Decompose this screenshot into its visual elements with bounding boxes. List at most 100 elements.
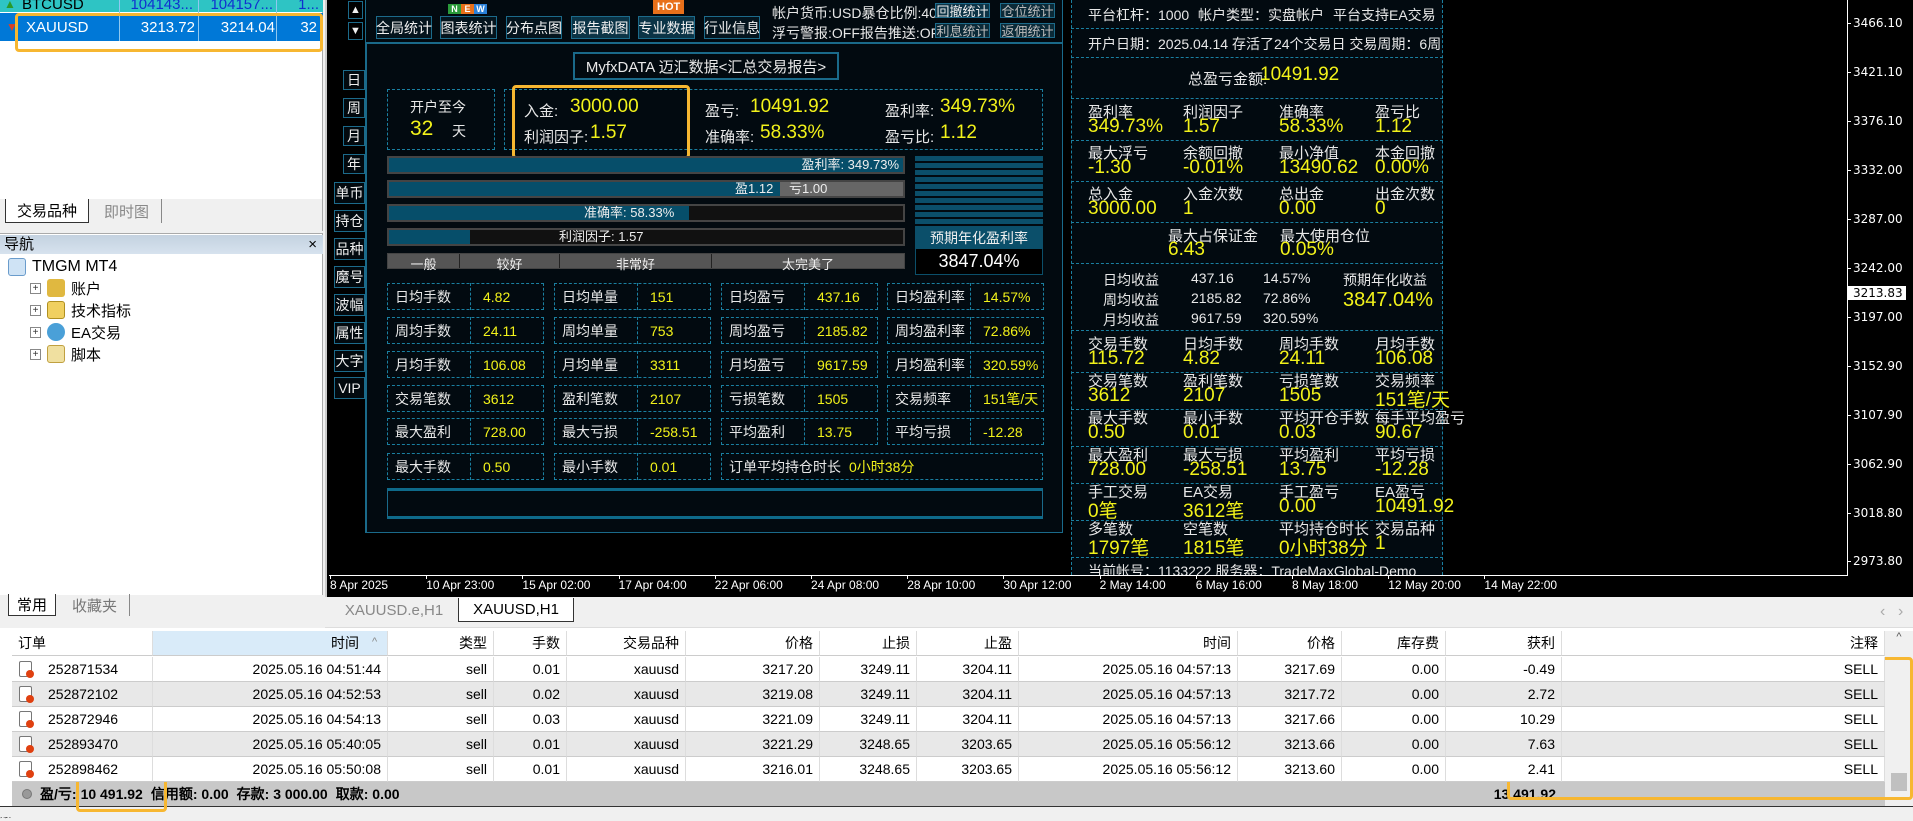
column-header[interactable]: 类型 [388, 631, 494, 656]
price-label: 3287.00 [1853, 212, 1903, 226]
bottom-strip [0, 806, 1913, 817]
toolbar-button[interactable]: 分布点图 [506, 16, 562, 39]
grid-label: 日均盈亏 [729, 288, 785, 305]
column-header[interactable]: 注释 [1562, 631, 1885, 656]
chart-tab-xauusd[interactable]: XAUUSD,H1 [458, 598, 574, 622]
column-header[interactable]: 获利 [1446, 631, 1562, 656]
tree-item-scripts[interactable]: + 脚本 [30, 344, 101, 364]
time-label: 24 Apr 08:00 [811, 578, 880, 592]
table-cell: 252872102 [12, 682, 153, 707]
stat-value: 0.01 [1183, 422, 1220, 443]
time-label: 30 Apr 12:00 [1003, 578, 1072, 592]
credit: 信用额: 0.00 [150, 786, 229, 802]
side-button[interactable]: 周 [343, 98, 365, 118]
side-button[interactable]: 魔号 [334, 266, 365, 288]
toolbar-button[interactable]: 专业数据 [638, 16, 695, 39]
scroll-up-button[interactable]: ▲ [348, 1, 363, 19]
rebate-stats-button[interactable]: 返佣统计 [1000, 23, 1055, 39]
toolbar-button[interactable]: 报告截图 [571, 16, 630, 39]
drawdown-stats-button[interactable]: 回撤统计 [935, 3, 990, 19]
separator [1071, 330, 1443, 331]
table-cell: 2025.05.16 04:54:13 [153, 707, 388, 732]
side-button[interactable]: VIP [334, 377, 365, 399]
column-header[interactable]: 时间 [1019, 631, 1238, 656]
time-tick [1195, 575, 1197, 579]
table-cell: 252872946 [12, 707, 153, 732]
sort-icon[interactable]: ^ [372, 636, 377, 648]
tab-common[interactable]: 常用 [8, 594, 56, 616]
column-header[interactable]: 止盈 [917, 631, 1019, 656]
stat-value: 106.08 [1375, 348, 1434, 369]
terminal-scrollbar[interactable]: ^ [1885, 631, 1913, 806]
tree-item-indicators[interactable]: + 技术指标 [30, 300, 131, 320]
expand-icon[interactable]: + [30, 304, 41, 316]
tab-scroll-right-icon[interactable]: › [1898, 603, 1903, 621]
column-header[interactable]: 交易品种 [567, 631, 686, 656]
tree-item-experts[interactable]: + EA交易 [30, 322, 121, 342]
tab-tick-chart[interactable]: 即时图 [92, 199, 162, 223]
side-button[interactable]: 单币 [334, 182, 365, 204]
scroll-up-icon[interactable]: ^ [1885, 631, 1913, 643]
tab-favorites[interactable]: 收藏夹 [60, 594, 130, 616]
scroll-down-button[interactable]: ▼ [348, 22, 363, 40]
side-button[interactable]: 日 [343, 70, 365, 90]
grid-divider [970, 418, 971, 445]
position-stats-button[interactable]: 仓位统计 [1000, 3, 1055, 19]
table-cell: 2025.05.16 04:57:13 [1019, 707, 1238, 732]
interest-stats-button[interactable]: 利息统计 [935, 23, 990, 39]
column-header[interactable]: 订单 [12, 631, 153, 656]
income-label: 月均收益 [1103, 312, 1159, 328]
summary-label: 准确率: [705, 129, 755, 146]
time-tick [1292, 575, 1293, 579]
tab-scroll-left-icon[interactable]: ‹ [1880, 603, 1885, 621]
table-cell: 0.00 [1342, 757, 1446, 782]
table-cell: 2.72 [1446, 682, 1562, 707]
column-header[interactable]: 止损 [820, 631, 917, 656]
expand-icon[interactable]: + [30, 348, 41, 360]
rating-very-good: 非常好 [560, 254, 712, 272]
stat-value: 1797笔 [1088, 538, 1150, 559]
chart-tab-xauusd-e[interactable]: XAUUSD.e,H1 [330, 598, 458, 622]
grid-label: 最小手数 [562, 458, 618, 475]
table-cell: 3221.09 [686, 707, 820, 732]
stat-value: 13.75 [1279, 459, 1327, 480]
market-row-btcusd[interactable]: ▲ BTCUSD 104143... 104157... 1... [0, 0, 323, 12]
table-cell: 3248.65 [820, 757, 917, 782]
scroll-thumb[interactable] [1891, 773, 1907, 791]
column-header[interactable]: 价格 [1238, 631, 1342, 656]
grid-divider [970, 283, 971, 310]
column-header[interactable]: 时间 [153, 631, 388, 656]
table-cell: sell [388, 732, 494, 757]
open-date: 开户日期：2025.04.14 存活了24个交易日 交易周期：6周 [1088, 36, 1442, 52]
grid-divider [470, 317, 471, 344]
table-cell: sell [388, 682, 494, 707]
price-tick [1847, 170, 1851, 171]
since-open-label: 开户至今 [410, 99, 466, 115]
toolbar-button[interactable]: 图表统计 [440, 16, 497, 39]
bar-win-text: 盈1.12 [735, 181, 774, 196]
side-button[interactable]: 年 [343, 154, 365, 174]
toolbar-button[interactable]: 行业信息 [704, 16, 760, 39]
tab-symbols[interactable]: 交易品种 [5, 199, 89, 223]
rating-normal: 一般 [388, 254, 460, 272]
side-button[interactable]: 持仓 [334, 210, 365, 232]
tree-root[interactable]: TMGM MT4 [8, 256, 117, 278]
grid-value: 4.82 [483, 288, 511, 305]
market-row-xauusd[interactable]: ▼ XAUUSD 3213.72 3214.04 32 [0, 13, 323, 41]
price-label: 3018.80 [1853, 506, 1903, 520]
toolbar-button[interactable]: 全局统计 [376, 16, 432, 39]
column-header[interactable]: 手数 [494, 631, 567, 656]
expand-icon[interactable]: + [30, 282, 41, 294]
grid-label: 盈利笔数 [562, 390, 618, 407]
tree-item-accounts[interactable]: + 账户 [30, 278, 101, 298]
column-header[interactable]: 价格 [686, 631, 820, 656]
side-button[interactable]: 月 [343, 126, 365, 146]
expand-icon[interactable]: + [30, 326, 41, 338]
side-button[interactable]: 品种 [334, 238, 365, 260]
side-button[interactable]: 大字 [334, 350, 365, 372]
message-box [387, 488, 1043, 519]
side-button[interactable]: 波幅 [334, 294, 365, 316]
close-icon[interactable]: × [308, 235, 317, 254]
side-button[interactable]: 属性 [334, 322, 365, 344]
column-header[interactable]: 库存费 [1342, 631, 1446, 656]
